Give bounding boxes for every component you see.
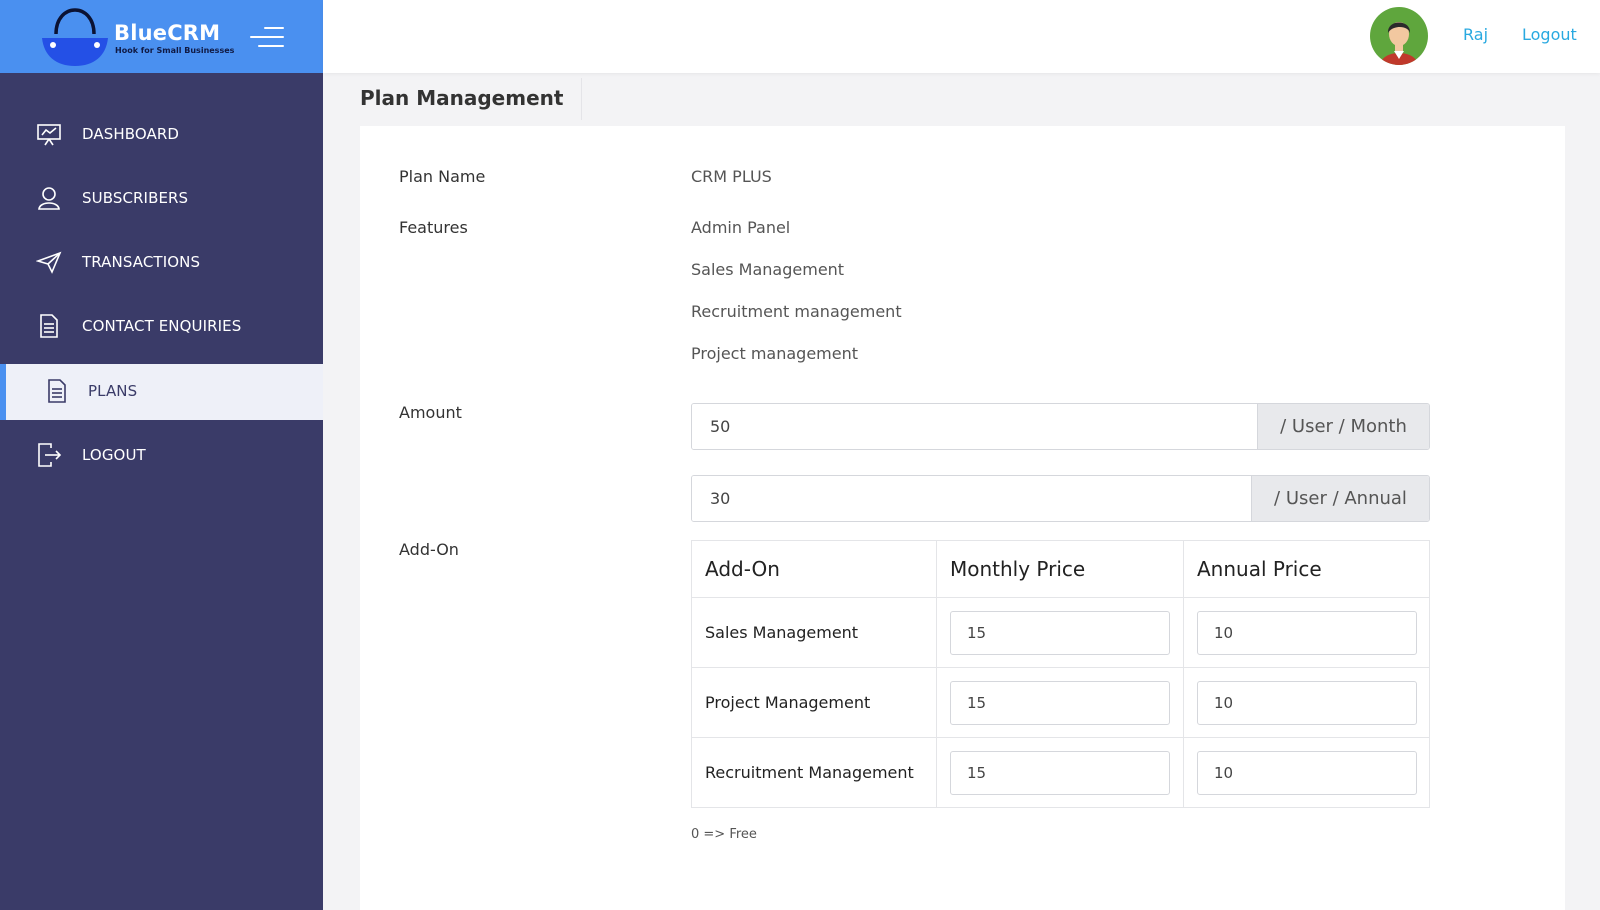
brand-tagline: Hook for Small Businesses bbox=[115, 46, 235, 55]
table-row: Recruitment Management 15 10 bbox=[691, 737, 1430, 808]
feature-item: Sales Management bbox=[691, 260, 845, 279]
monthly-amount-input[interactable]: 50 bbox=[692, 404, 1257, 449]
logout-link[interactable]: Logout bbox=[1522, 25, 1577, 44]
monthly-amount-suffix: / User / Month bbox=[1257, 404, 1429, 449]
annual-price-input[interactable]: 10 bbox=[1197, 680, 1417, 725]
sidebar-item-label: CONTACT ENQUIRIES bbox=[82, 317, 242, 335]
sidebar-item-label: LOGOUT bbox=[82, 446, 146, 464]
features-label: Features bbox=[399, 218, 468, 237]
addon-name: Project Management bbox=[691, 667, 937, 738]
feature-item: Recruitment management bbox=[691, 302, 902, 321]
monthly-price-input[interactable]: 15 bbox=[950, 750, 1170, 795]
amount-label: Amount bbox=[399, 403, 462, 422]
presentation-chart-icon bbox=[37, 124, 61, 146]
addon-name: Sales Management bbox=[691, 597, 937, 668]
sidebar-item-label: DASHBOARD bbox=[82, 125, 180, 143]
column-header: Monthly Price bbox=[936, 540, 1184, 598]
page-title: Plan Management bbox=[360, 86, 564, 110]
annual-amount-group: 30 / User / Annual bbox=[691, 475, 1430, 522]
table-header-row: Add-On Monthly Price Annual Price bbox=[691, 540, 1430, 598]
paper-plane-icon bbox=[36, 251, 62, 274]
feature-item: Project management bbox=[691, 344, 859, 363]
plan-name-value: CRM PLUS bbox=[691, 167, 772, 186]
user-avatar-icon bbox=[1370, 7, 1428, 65]
document-icon bbox=[40, 314, 58, 338]
user-icon bbox=[38, 187, 60, 210]
table-row: Sales Management 15 10 bbox=[691, 597, 1430, 668]
sidebar-item-transactions[interactable]: TRANSACTIONS bbox=[0, 235, 323, 291]
annual-price-input[interactable]: 10 bbox=[1197, 610, 1417, 655]
sidebar: DASHBOARD SUBSCRIBERS TRANSACTIONS CONTA… bbox=[0, 73, 323, 910]
table-row: Project Management 15 10 bbox=[691, 667, 1430, 738]
column-header: Add-On bbox=[691, 540, 937, 598]
monthly-price-input[interactable]: 15 bbox=[950, 680, 1170, 725]
addon-name: Recruitment Management bbox=[691, 737, 937, 808]
logout-icon bbox=[38, 443, 62, 467]
avatar[interactable] bbox=[1370, 7, 1428, 65]
sidebar-item-logout[interactable]: LOGOUT bbox=[0, 428, 323, 484]
sidebar-item-label: SUBSCRIBERS bbox=[82, 189, 189, 207]
plan-name-label: Plan Name bbox=[399, 167, 486, 186]
sidebar-item-contact-enquiries[interactable]: CONTACT ENQUIRIES bbox=[0, 299, 323, 355]
sidebar-item-plans[interactable]: PLANS bbox=[0, 364, 323, 420]
addon-label: Add-On bbox=[399, 540, 459, 559]
annual-price-input[interactable]: 10 bbox=[1197, 750, 1417, 795]
brand-header: BlueCRM Hook for Small Businesses bbox=[0, 0, 323, 73]
document-icon bbox=[48, 379, 66, 403]
free-note: 0 => Free bbox=[691, 827, 757, 842]
annual-amount-input[interactable]: 30 bbox=[692, 476, 1251, 521]
sidebar-item-subscribers[interactable]: SUBSCRIBERS bbox=[0, 171, 323, 227]
shopping-bag-logo-icon bbox=[42, 8, 108, 66]
monthly-amount-group: 50 / User / Month bbox=[691, 403, 1430, 450]
annual-amount-suffix: / User / Annual bbox=[1251, 476, 1429, 521]
sidebar-item-label: TRANSACTIONS bbox=[82, 253, 201, 271]
addon-table: Add-On Monthly Price Annual Price Sales … bbox=[691, 540, 1430, 808]
sidebar-item-dashboard[interactable]: DASHBOARD bbox=[0, 107, 323, 163]
brand-name: BlueCRM bbox=[114, 21, 221, 45]
menu-toggle-icon[interactable] bbox=[250, 24, 288, 50]
column-header: Annual Price bbox=[1183, 540, 1430, 598]
user-name-link[interactable]: Raj bbox=[1463, 25, 1488, 44]
feature-item: Admin Panel bbox=[691, 218, 791, 237]
monthly-price-input[interactable]: 15 bbox=[950, 610, 1170, 655]
divider bbox=[581, 78, 582, 120]
sidebar-item-label: PLANS bbox=[88, 382, 138, 400]
